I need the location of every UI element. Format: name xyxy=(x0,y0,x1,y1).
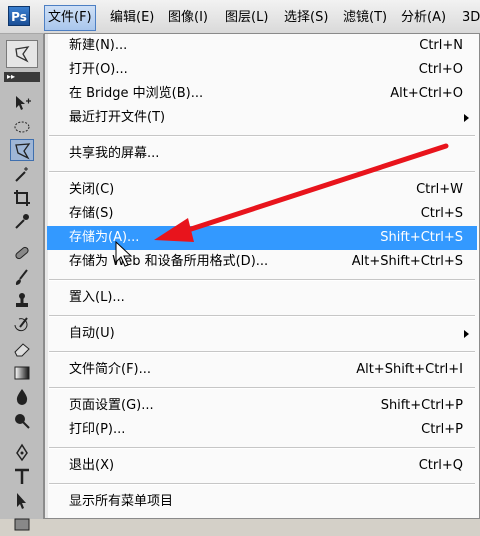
marquee-tool-icon[interactable] xyxy=(10,116,34,138)
tools-panel: ▸▸ xyxy=(0,34,44,531)
menu-select[interactable]: 选择(S) xyxy=(284,8,328,28)
menu-filter[interactable]: 滤镜(T) xyxy=(343,8,387,28)
menu-separator xyxy=(49,315,475,317)
menu-item-label: 自动(U) xyxy=(69,326,115,341)
menu-item-shortcut: Ctrl+O xyxy=(418,62,463,77)
eyedropper-icon[interactable] xyxy=(10,210,34,232)
brush-tool-icon[interactable] xyxy=(10,266,34,288)
type-tool-icon[interactable] xyxy=(10,466,34,488)
menu-item-browse-in-bridge[interactable]: 在 Bridge 中浏览(B)... Alt+Ctrl+O xyxy=(47,82,477,106)
menu-item-label: 退出(X) xyxy=(69,458,115,473)
eraser-icon[interactable] xyxy=(10,338,34,360)
menu-item-shortcut: Shift+Ctrl+P xyxy=(380,398,463,413)
menu-item-show-all[interactable]: 显示所有菜单项目 xyxy=(47,490,477,514)
menu-item-label: 文件简介(F)... xyxy=(69,362,152,377)
menu-item-shortcut: Ctrl+W xyxy=(416,182,463,197)
submenu-arrow-icon xyxy=(464,330,469,338)
menu-item-save-as[interactable]: 存储为(A)... Shift+Ctrl+S xyxy=(47,226,477,250)
menu-item-label: 存储(S) xyxy=(69,206,114,221)
menu-separator xyxy=(49,279,475,281)
menu-separator xyxy=(49,483,475,485)
menu-3d[interactable]: 3D xyxy=(462,8,480,28)
lasso-tool-icon[interactable] xyxy=(10,139,34,161)
menu-item-shortcut: Alt+Shift+Ctrl+I xyxy=(356,362,463,377)
menu-item-label: 显示所有菜单项目 xyxy=(69,494,174,509)
lasso-preset-icon xyxy=(15,46,30,63)
magic-wand-icon[interactable] xyxy=(10,164,34,186)
gradient-tool-icon[interactable] xyxy=(10,362,34,384)
path-select-icon[interactable] xyxy=(10,490,34,512)
menu-item-label: 关闭(C) xyxy=(69,182,115,197)
menu-item-save[interactable]: 存储(S) Ctrl+S xyxy=(47,202,477,226)
history-brush-icon[interactable] xyxy=(10,314,34,336)
blur-tool-icon[interactable] xyxy=(10,386,34,408)
crop-tool-icon[interactable] xyxy=(10,187,34,209)
menu-bar: Ps 文件(F) 编辑(E) 图像(I) 图层(L) 选择(S) 滤镜(T) 分… xyxy=(0,0,480,34)
menu-edit[interactable]: 编辑(E) xyxy=(110,8,154,28)
menu-item-shortcut: Shift+Ctrl+S xyxy=(380,230,463,245)
move-tool-icon[interactable] xyxy=(10,92,34,114)
menu-item-save-for-web[interactable]: 存储为 Web 和设备所用格式(D)... Alt+Shift+Ctrl+S xyxy=(47,250,477,274)
menu-item-page-setup[interactable]: 页面设置(G)... Shift+Ctrl+P xyxy=(47,394,477,418)
menu-separator xyxy=(49,135,475,137)
menu-separator xyxy=(49,447,475,449)
menu-item-label: 页面设置(G)... xyxy=(69,398,154,413)
submenu-arrow-icon xyxy=(464,114,469,122)
menu-item-label: 新建(N)... xyxy=(69,38,128,53)
menu-item-label: 最近打开文件(T) xyxy=(69,110,166,125)
menu-item-shortcut: Ctrl+S xyxy=(420,206,463,221)
menu-item-place[interactable]: 置入(L)... xyxy=(47,286,477,310)
menu-item-share-screen[interactable]: 共享我的屏幕... xyxy=(47,142,477,166)
menu-item-recent-files[interactable]: 最近打开文件(T) xyxy=(47,106,477,130)
menu-item-shortcut: Alt+Ctrl+O xyxy=(390,86,463,101)
menu-item-shortcut: Ctrl+N xyxy=(419,38,463,53)
menu-analysis[interactable]: 分析(A) xyxy=(401,8,446,28)
menu-item-file-info[interactable]: 文件简介(F)... Alt+Shift+Ctrl+I xyxy=(47,358,477,382)
menu-separator xyxy=(49,387,475,389)
tool-preset-button[interactable] xyxy=(6,40,38,68)
menu-item-open[interactable]: 打开(O)... Ctrl+O xyxy=(47,58,477,82)
menu-item-label: 打开(O)... xyxy=(69,62,128,77)
menu-item-shortcut: Alt+Shift+Ctrl+S xyxy=(351,254,463,269)
menu-item-shortcut: Ctrl+Q xyxy=(418,458,463,473)
menu-item-label: 打印(P)... xyxy=(69,422,126,437)
menu-item-label: 置入(L)... xyxy=(69,290,125,305)
dodge-tool-icon[interactable] xyxy=(10,410,34,432)
file-menu-dropdown: 新建(N)... Ctrl+N 打开(O)... Ctrl+O 在 Bridge… xyxy=(44,33,480,519)
photoshop-logo: Ps xyxy=(8,6,30,26)
menu-separator xyxy=(49,171,475,173)
menu-item-label: 共享我的屏幕... xyxy=(69,146,160,161)
rectangle-tool-icon[interactable] xyxy=(10,514,34,536)
menu-item-automate[interactable]: 自动(U) xyxy=(47,322,477,346)
menu-item-new[interactable]: 新建(N)... Ctrl+N xyxy=(47,34,477,58)
panel-grip[interactable]: ▸▸ xyxy=(4,72,40,82)
menu-separator xyxy=(49,351,475,353)
menu-file[interactable]: 文件(F) xyxy=(44,5,96,31)
menu-item-label: 存储为 Web 和设备所用格式(D)... xyxy=(69,254,269,269)
menu-item-close[interactable]: 关闭(C) Ctrl+W xyxy=(47,178,477,202)
menu-item-label: 存储为(A)... xyxy=(69,230,140,245)
healing-brush-icon[interactable] xyxy=(10,242,34,264)
menu-item-shortcut: Ctrl+P xyxy=(421,422,463,437)
menu-image[interactable]: 图像(I) xyxy=(168,8,208,28)
menu-item-print[interactable]: 打印(P)... Ctrl+P xyxy=(47,418,477,442)
menu-item-label: 在 Bridge 中浏览(B)... xyxy=(69,86,204,101)
pen-tool-icon[interactable] xyxy=(10,442,34,464)
menu-item-exit[interactable]: 退出(X) Ctrl+Q xyxy=(47,454,477,478)
menu-layer[interactable]: 图层(L) xyxy=(225,8,268,28)
clone-stamp-icon[interactable] xyxy=(10,290,34,312)
